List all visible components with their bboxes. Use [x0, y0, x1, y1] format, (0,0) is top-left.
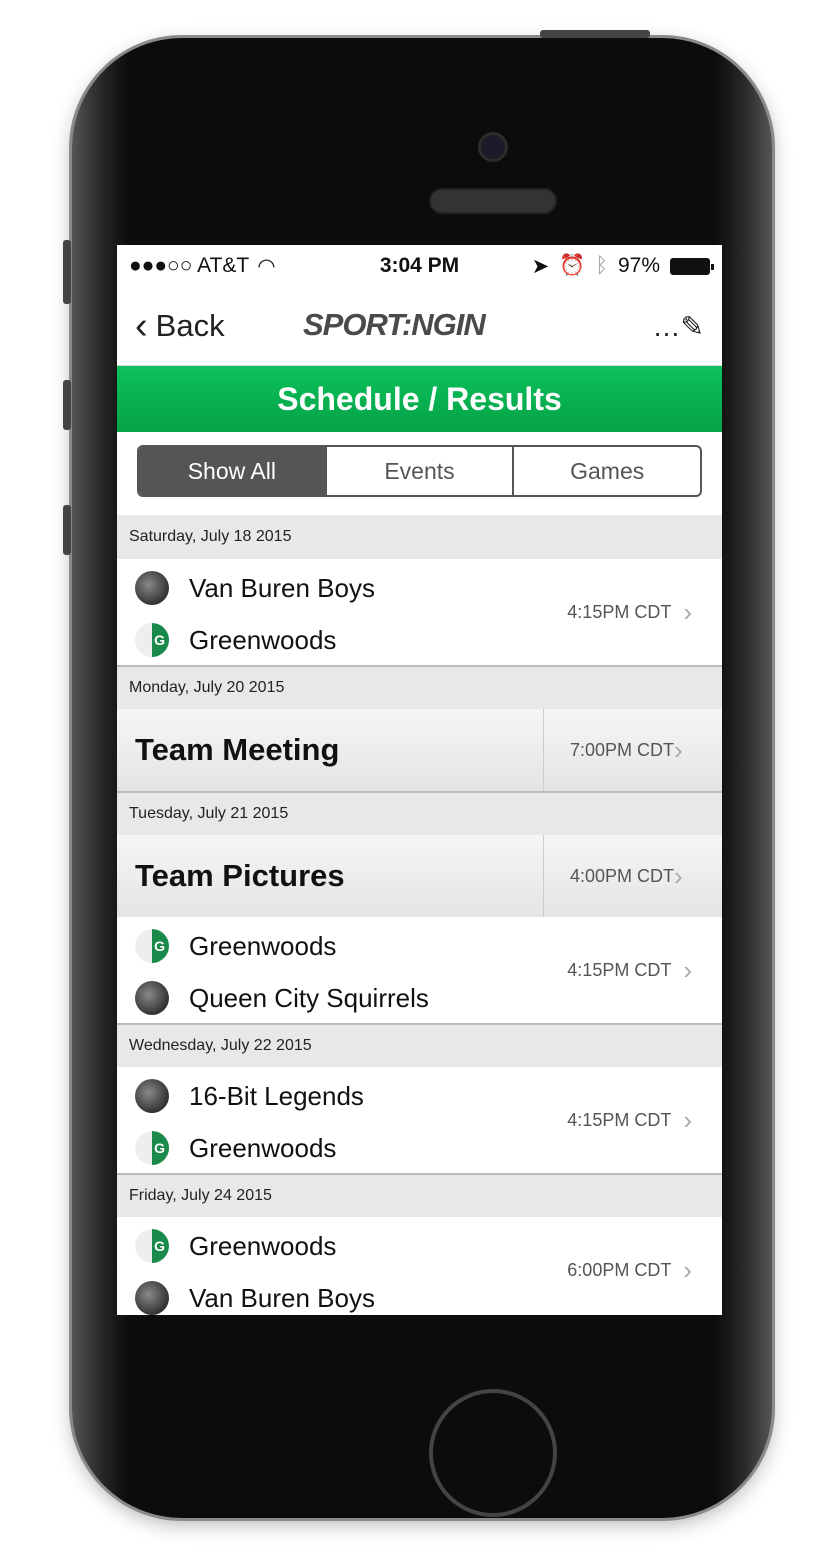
event-time: 4:00PM CDT [570, 865, 675, 886]
segment-games[interactable]: Games [512, 447, 700, 495]
team-name: Van Buren Boys [189, 572, 375, 603]
chevron-left-icon: ‹ [135, 304, 148, 347]
event-name: Team Meeting [117, 709, 544, 791]
chevron-right-icon: › [674, 734, 683, 765]
team-ball-logo-icon [135, 571, 169, 605]
event-time: 7:00PM CDT [570, 739, 675, 760]
wifi-icon: ◠ [257, 254, 276, 278]
date-header: Saturday, July 18 2015 [117, 515, 722, 559]
home-button[interactable] [429, 1389, 557, 1517]
game-time: 4:15PM CDT [567, 601, 672, 622]
team-ball-logo-icon [135, 1281, 169, 1315]
app-screen: ●●●○○ AT&T ◠ 3:04 PM ➤ ⏰ ᛒ 97% ‹ Back SP… [117, 245, 722, 1315]
schedule-list: Saturday, July 18 2015 Van Buren Boys GG… [117, 515, 722, 1315]
segment-events[interactable]: Events [324, 447, 513, 495]
back-button[interactable]: ‹ Back [135, 305, 225, 348]
game-row[interactable]: G Greenwoods Van Buren Boys 6:00PM CDT › [117, 1217, 722, 1315]
edit-pencil-icon[interactable]: …✎ [653, 310, 704, 343]
team-away: G Greenwoods [135, 1131, 336, 1165]
segment-show-all[interactable]: Show All [139, 447, 325, 495]
event-name: Team Pictures [117, 835, 544, 917]
event-row[interactable]: Team Pictures 4:00PM CDT › [117, 835, 722, 917]
speaker-grille [429, 188, 557, 214]
greenwoods-logo-icon: G [135, 929, 169, 963]
game-row[interactable]: 16-Bit Legends G Greenwoods 4:15PM CDT › [117, 1067, 722, 1173]
alarm-icon: ⏰ [559, 254, 586, 277]
team-name: Queen City Squirrels [189, 982, 429, 1013]
game-time: 4:15PM CDT [567, 959, 672, 980]
volume-up-button[interactable] [63, 380, 71, 430]
date-header: Monday, July 20 2015 [117, 665, 722, 709]
greenwoods-logo-icon: G [135, 1131, 169, 1165]
team-name: Greenwoods [189, 624, 337, 655]
team-ball-logo-icon [135, 1079, 169, 1113]
battery-icon [670, 257, 714, 275]
team-home: G Greenwoods [135, 929, 336, 963]
greenwoods-logo-icon: G [135, 623, 169, 657]
team-name: Greenwoods [189, 1230, 337, 1261]
carrier: ●●●○○ AT&T [129, 254, 250, 277]
chevron-right-icon: › [683, 954, 692, 985]
nav-bar: ‹ Back SPORT:NGIN …✎ [117, 287, 722, 366]
team-name: Greenwoods [189, 930, 337, 961]
greenwoods-logo-icon: G [135, 1229, 169, 1263]
date-header: Tuesday, July 21 2015 [117, 791, 722, 835]
team-home: G Greenwoods [135, 1229, 336, 1263]
team-name: Van Buren Boys [189, 1282, 375, 1313]
filter-segmented-control: Show All Events Games [137, 445, 702, 497]
game-time: 4:15PM CDT [567, 1109, 672, 1130]
battery-percent: 97% [617, 254, 660, 277]
bluetooth-icon: ᛒ [595, 254, 608, 277]
date-header: Friday, July 24 2015 [117, 1173, 722, 1217]
chevron-right-icon: › [683, 596, 692, 627]
page-title: Schedule / Results [117, 366, 722, 432]
team-home: Van Buren Boys [135, 571, 375, 605]
team-away: Queen City Squirrels [135, 981, 429, 1015]
power-button[interactable] [540, 30, 650, 38]
location-icon: ➤ [531, 254, 550, 278]
volume-down-button[interactable] [63, 505, 71, 555]
game-row[interactable]: G Greenwoods Queen City Squirrels 4:15PM … [117, 917, 722, 1023]
chevron-right-icon: › [674, 860, 683, 891]
team-home: 16-Bit Legends [135, 1079, 364, 1113]
status-bar: ●●●○○ AT&T ◠ 3:04 PM ➤ ⏰ ᛒ 97% [117, 245, 722, 287]
game-row[interactable]: Van Buren Boys G Greenwoods 4:15PM CDT › [117, 559, 722, 665]
chevron-right-icon: › [683, 1104, 692, 1135]
team-name: 16-Bit Legends [189, 1080, 364, 1111]
camera-icon [478, 132, 508, 162]
mute-switch[interactable] [63, 240, 71, 304]
sportngin-logo: SPORT:NGIN [303, 307, 486, 342]
event-row[interactable]: Team Meeting 7:00PM CDT › [117, 709, 722, 791]
game-time: 6:00PM CDT [567, 1259, 672, 1280]
team-away: G Greenwoods [135, 623, 336, 657]
team-away: Van Buren Boys [135, 1281, 375, 1315]
date-header: Wednesday, July 22 2015 [117, 1023, 722, 1067]
team-ball-logo-icon [135, 981, 169, 1015]
chevron-right-icon: › [683, 1254, 692, 1285]
team-name: Greenwoods [189, 1132, 337, 1163]
back-label: Back [155, 308, 225, 343]
